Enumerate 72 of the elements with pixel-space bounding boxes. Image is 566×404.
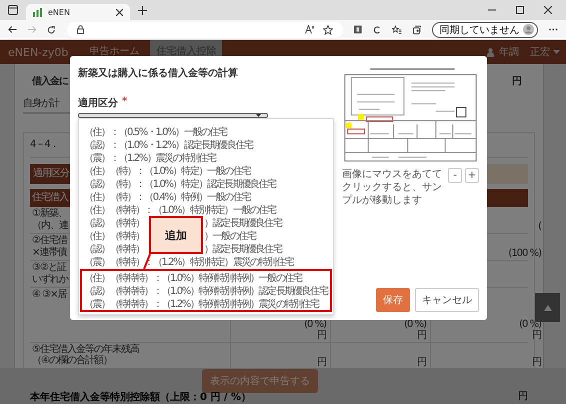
lock-icon	[76, 25, 84, 34]
required-mark: *	[122, 96, 128, 109]
table-cell: (100 %)	[508, 248, 541, 259]
category-label: 適用区分	[30, 164, 72, 184]
zoom-button[interactable]: +	[465, 168, 479, 183]
extension-icon[interactable]	[372, 24, 382, 34]
row-label: ④ ③×居	[32, 289, 66, 301]
row-label: ①新築、	[32, 208, 67, 220]
table-cell: 円	[417, 330, 426, 341]
table-cell: 円	[532, 357, 541, 368]
callout: 追加	[149, 216, 203, 254]
dropdown-option[interactable]: （震）：（1.2%）震災の特別住宅	[84, 150, 216, 164]
favorite-star-icon[interactable]	[323, 24, 334, 34]
address-field[interactable]	[66, 22, 344, 38]
cancel-button[interactable]: キャンセル	[415, 288, 479, 312]
total-label: 本年住宅借入金等特別控除額（上限：0 円 / %）	[30, 390, 252, 404]
more-icon[interactable]	[549, 28, 558, 31]
back-arrow-icon[interactable]	[8, 25, 17, 34]
dropdown-option[interactable]: （住）（特特）	[84, 228, 148, 242]
field-label: 適用区分	[78, 96, 118, 110]
unit-text: 円	[518, 390, 528, 403]
dropdown-option[interactable]: （認）（特特）	[84, 216, 148, 230]
modal-title: 新築又は購入に係る借入金等の計算	[78, 66, 239, 80]
dropdown-option[interactable]: （住）（特特特）：（1.0%）特例特別特例）一般の住宅	[84, 270, 302, 284]
select-field[interactable]	[78, 113, 268, 118]
extension-icon[interactable]	[354, 25, 362, 34]
collections-icon[interactable]	[412, 24, 422, 34]
dropdown-option[interactable]: ）認定長期優良住宅	[204, 216, 282, 230]
new-tab-icon[interactable]	[138, 6, 147, 14]
dropdown-option[interactable]: ）認定長期優良住宅	[204, 242, 282, 256]
field-label: 借入金に	[32, 76, 68, 88]
dropdown-option[interactable]: （震）（特特特）：（1.2%）特例特別特例）震災の特別住宅	[84, 296, 319, 310]
tab-actions-icon[interactable]	[8, 5, 18, 15]
row-label: （内、連	[32, 220, 68, 232]
table-cell: 円	[317, 330, 326, 341]
row-label: ③②と証	[32, 262, 66, 274]
row-label: ×連帯債	[32, 247, 66, 259]
close-icon[interactable]	[116, 8, 123, 16]
close-icon[interactable]	[544, 6, 552, 14]
read-aloud-icon[interactable]	[305, 25, 316, 34]
refresh-icon[interactable]	[47, 24, 56, 34]
profile-button[interactable]: 同期していません	[432, 22, 538, 38]
person-icon	[487, 48, 494, 56]
dropdown-option[interactable]: （認）：（1.0%・1.2%）認定長期優良住宅	[84, 138, 253, 152]
dropdown-option[interactable]: （住）（特）：（0.4%）特例）一般の住宅	[84, 190, 250, 204]
row-label: いずれか	[32, 274, 68, 286]
avatar-icon	[523, 24, 534, 35]
section-title: 4－4．	[30, 139, 59, 151]
unit-text: 円	[512, 76, 521, 88]
dropdown-option[interactable]: （震）（特特）：（1.2%）特別特定）震災の特別住宅	[84, 254, 294, 268]
row-label: ②住宅借	[32, 235, 67, 246]
table-cell: 円	[317, 357, 326, 368]
up-triangle-icon	[544, 304, 552, 310]
table-cell: (	[538, 221, 541, 232]
row-label: （④の欄の合計額）	[32, 355, 112, 366]
caret-icon	[553, 50, 560, 54]
dropdown-option[interactable]: ）一般の住宅	[204, 228, 256, 242]
chart-icon	[33, 8, 42, 16]
table-cell: 円	[532, 330, 541, 341]
dropdown-option[interactable]: （住）：（0.5%・1.0%）一般の住宅	[84, 124, 227, 138]
row-label: ⑤住宅借入金等の年末残高	[32, 344, 139, 355]
dropdown-option[interactable]: （認）（特）：（1.0%）特定）認定長期優良住宅	[84, 176, 276, 190]
dropdown-option[interactable]: （認）（特特）	[84, 242, 148, 256]
table-cell: 円	[417, 357, 426, 368]
favorites-icon[interactable]	[392, 24, 402, 34]
browser-tab[interactable]: eNEN	[26, 4, 130, 20]
dropdown-option[interactable]: （住）（特）：（1.0%）特定）一般の住宅	[84, 164, 250, 178]
zoom-button[interactable]: -	[448, 168, 462, 183]
maximize-icon[interactable]	[516, 6, 524, 14]
field-label: 自身が計	[23, 98, 59, 110]
caret-icon	[256, 114, 261, 117]
dropdown-option[interactable]: （認）（特特特）：（1.0%）特例特別特例）認定長期優良住宅	[84, 284, 328, 298]
